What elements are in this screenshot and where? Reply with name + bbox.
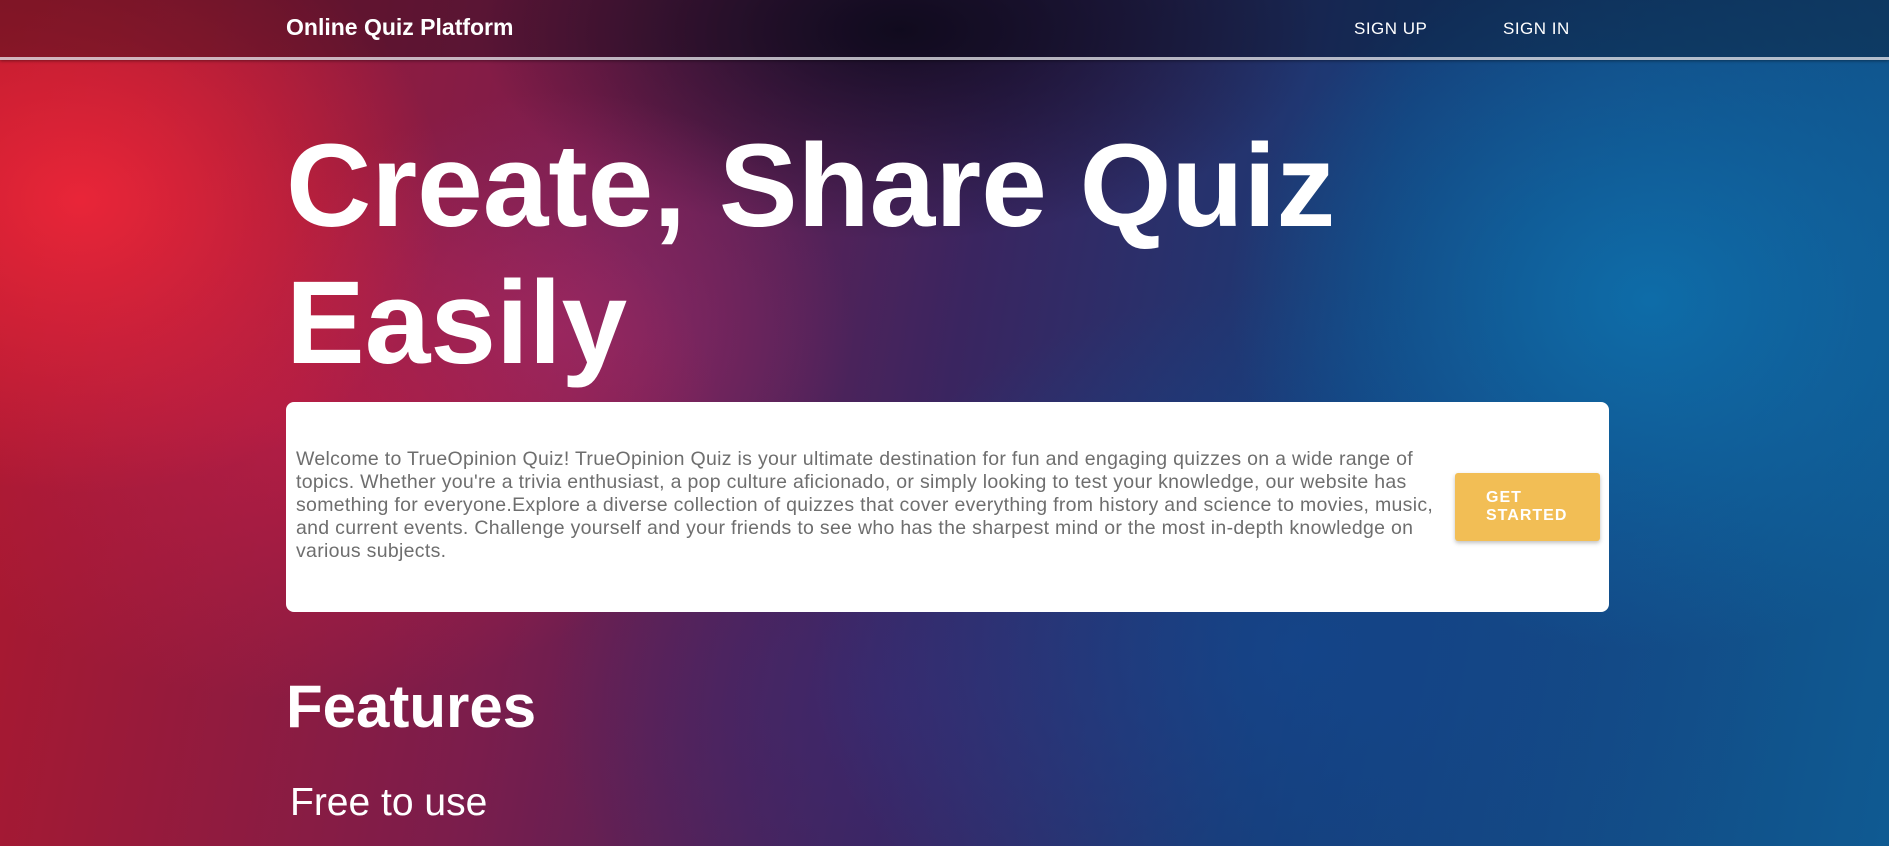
sign-up-link[interactable]: SIGN UP — [1354, 19, 1427, 39]
get-started-button-label-line2: STARTED — [1486, 507, 1568, 524]
feature-item-free-to-use: Free to use — [290, 781, 488, 824]
get-started-button[interactable]: GET STARTED — [1455, 473, 1600, 541]
features-heading: Features — [286, 673, 537, 740]
site-brand[interactable]: Online Quiz Platform — [286, 14, 513, 41]
sign-in-link[interactable]: SIGN IN — [1503, 19, 1570, 39]
top-navigation-bar: Online Quiz Platform SIGN UP SIGN IN — [0, 0, 1889, 60]
intro-description: Welcome to TrueOpinion Quiz! TrueOpinion… — [296, 448, 1434, 562]
get-started-button-label-line1: GET — [1486, 489, 1522, 506]
hero-title: Create, Share Quiz Easily — [286, 120, 1336, 389]
intro-card: Welcome to TrueOpinion Quiz! TrueOpinion… — [286, 402, 1609, 612]
